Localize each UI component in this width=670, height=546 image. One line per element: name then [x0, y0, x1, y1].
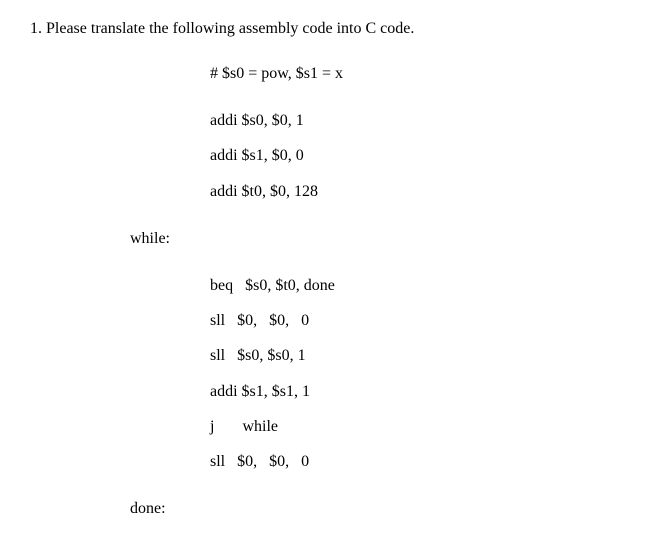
- code-line: sll $0, $0, 0: [210, 444, 640, 479]
- code-line: beq $s0, $t0, done: [210, 268, 640, 303]
- question-prompt: 1. Please translate the following assemb…: [30, 20, 640, 38]
- code-line: addi $s1, $0, 0: [210, 138, 640, 173]
- code-line: addi $s0, $0, 1: [210, 103, 640, 138]
- question-number: 1.: [30, 20, 42, 37]
- code-init-block: addi $s0, $0, 1 addi $s1, $0, 0 addi $t0…: [210, 103, 640, 209]
- code-line: addi $s1, $s1, 1: [210, 374, 640, 409]
- code-line: sll $0, $0, 0: [210, 303, 640, 338]
- code-comment-block: # $s0 = pow, $s1 = x: [210, 56, 640, 91]
- code-line: sll $s0, $s0, 1: [210, 338, 640, 373]
- code-line: addi $t0, $0, 128: [210, 174, 640, 209]
- code-body-block: beq $s0, $t0, done sll $0, $0, 0 sll $s0…: [210, 268, 640, 479]
- code-comment: # $s0 = pow, $s1 = x: [210, 56, 640, 91]
- label-done: done:: [130, 491, 640, 526]
- question-text: Please translate the following assembly …: [46, 20, 414, 37]
- label-while: while:: [130, 221, 640, 256]
- code-line: j while: [210, 409, 640, 444]
